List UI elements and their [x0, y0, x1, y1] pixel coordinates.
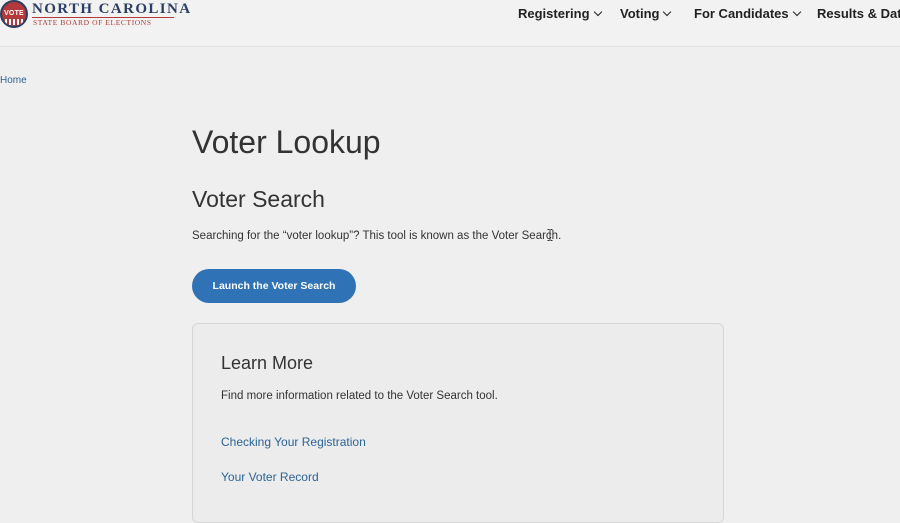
site-header: VOTE NORTH CAROLINA STATE BOARD OF ELECT…: [0, 0, 900, 47]
nav-item-label: Results & Data: [817, 6, 900, 21]
text-cursor-icon: [547, 229, 553, 241]
org-name: NORTH CAROLINA: [32, 1, 192, 17]
launch-voter-search-button[interactable]: Launch the Voter Search: [192, 269, 356, 303]
link-checking-your-registration[interactable]: Checking Your Registration: [221, 435, 366, 449]
learn-more-text: Find more information related to the Vot…: [221, 390, 498, 402]
chevron-down-icon: [593, 7, 602, 17]
link-your-voter-record[interactable]: Your Voter Record: [221, 470, 319, 484]
site-logo[interactable]: VOTE NORTH CAROLINA STATE BOARD OF ELECT…: [0, 0, 190, 32]
nav-item-voting[interactable]: Voting: [620, 6, 672, 21]
seal-stripes: [5, 19, 23, 25]
org-subtitle: STATE BOARD OF ELECTIONS: [33, 18, 152, 27]
nav-item-label: For Candidates: [694, 6, 789, 21]
learn-more-title: Learn More: [221, 353, 314, 373]
nav-item-results-data[interactable]: Results & Data: [817, 6, 900, 21]
nav-item-label: Registering: [518, 6, 590, 21]
chevron-down-icon: [792, 7, 801, 17]
nav-item-label: Voting: [620, 6, 660, 21]
chevron-down-icon: [663, 7, 672, 17]
section-title: Voter Search: [192, 186, 325, 212]
intro-text: Searching for the “voter lookup”? This t…: [192, 230, 562, 242]
vote-seal-icon: VOTE: [0, 0, 28, 28]
page-title: Voter Lookup: [192, 124, 381, 160]
breadcrumb-home[interactable]: Home: [0, 75, 27, 86]
nav-item-registering[interactable]: Registering: [518, 6, 602, 21]
seal-text: VOTE: [4, 10, 24, 17]
nav-item-for-candidates[interactable]: For Candidates: [694, 6, 801, 21]
learn-more-card: Learn More Find more information related…: [192, 323, 724, 523]
